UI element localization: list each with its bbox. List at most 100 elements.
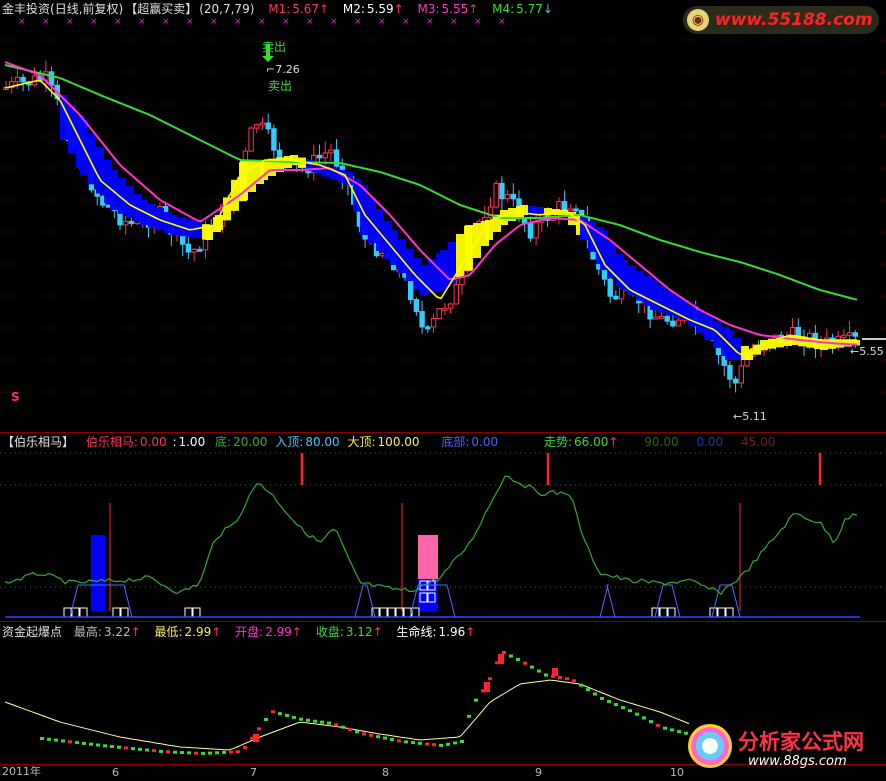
signal-dot xyxy=(215,751,219,755)
low-value: 2.99 xyxy=(184,625,212,639)
signal-dot xyxy=(579,683,583,687)
lifeline-value: 1.96 xyxy=(438,625,466,639)
candle-body xyxy=(653,316,659,320)
signal-dot xyxy=(285,714,289,717)
signal-dot xyxy=(271,710,275,714)
signal-dot xyxy=(502,651,506,654)
signal-dot xyxy=(89,742,93,746)
bole-xiangma-panel[interactable]: 【伯乐相马】 伯乐相马: 0.00 :1.00 底: 20.00 入顶: 80.00 … xyxy=(0,433,886,621)
m2-label: M2: xyxy=(342,2,365,16)
candle-body xyxy=(419,311,425,328)
candle-body xyxy=(265,122,271,130)
signal-band-step xyxy=(620,260,628,290)
candle-body xyxy=(20,76,26,83)
x-label-6: 6 xyxy=(112,766,119,779)
bottom-zone-label: 底部: xyxy=(441,435,470,449)
signal-dot xyxy=(313,719,317,723)
stock-chart-window: × × × × × × × × × × × × × × × × × × × × × 金丰投资(日线,前复权) 【超赢买卖】… xyxy=(0,0,886,781)
candle-body xyxy=(732,378,739,384)
signal-dot xyxy=(467,714,471,718)
price-chart[interactable]: × × × × × × × × × × × × × × × × × × × × × xyxy=(0,0,886,432)
x-marker: × xyxy=(210,17,218,27)
signal-dot xyxy=(600,697,604,700)
indicator-params: (20,7,79) xyxy=(199,2,255,16)
bottom-zone-value: 0.00 xyxy=(471,435,499,449)
marker-square xyxy=(725,607,734,618)
signal-dot xyxy=(257,727,261,731)
signal-dot xyxy=(607,700,611,704)
signal-dot xyxy=(663,726,667,730)
signal-dot xyxy=(376,735,380,739)
signal-dot xyxy=(194,751,198,755)
signal-dot xyxy=(299,717,303,721)
signal-dot xyxy=(187,751,191,755)
marker-square xyxy=(387,607,396,618)
watermark-top: ◉ www.55188.com xyxy=(683,6,879,34)
x-marker: × xyxy=(162,17,170,27)
signal-dot xyxy=(327,721,331,725)
signal-band-step xyxy=(696,309,704,333)
m1-label: M1: xyxy=(268,2,291,16)
logo-icon: ◉ xyxy=(687,9,709,31)
high-price-label: ⌐7.26 xyxy=(266,63,300,76)
x-marker: × xyxy=(282,17,290,27)
field9-value: 0.00 xyxy=(696,435,724,449)
candle-body xyxy=(852,332,858,337)
watermark-top-url: www.55188.com xyxy=(715,10,873,30)
signal-dot xyxy=(425,742,429,746)
signal-dot xyxy=(670,728,674,732)
bottom-label: 底: xyxy=(215,435,232,449)
signal-dot xyxy=(117,745,121,749)
candle-body xyxy=(453,284,460,305)
signal-dot xyxy=(47,737,51,741)
watermark-bottom-name: 分析家公式网 xyxy=(738,730,864,754)
candle-body xyxy=(533,221,539,239)
marker-square xyxy=(192,607,201,618)
signal-band-step xyxy=(96,146,104,194)
signal-dot xyxy=(614,703,618,707)
candle-body xyxy=(658,315,665,319)
signal-dot xyxy=(397,739,401,743)
x-marker: × xyxy=(258,17,266,27)
candle-body xyxy=(271,128,277,151)
watermark-bottom-url: www.88gs.com xyxy=(748,754,847,769)
field2-label: : xyxy=(172,435,177,449)
signal-dot xyxy=(82,741,86,745)
signal-dot xyxy=(649,720,653,724)
candle-body xyxy=(727,364,733,380)
signal-dot xyxy=(96,743,100,747)
low-label: 最低: xyxy=(154,625,183,639)
pink-signal-bar xyxy=(418,535,438,579)
x-label-2011: 2011年 xyxy=(2,765,41,778)
price-panel[interactable]: × × × × × × × × × × × × × × × × × × × × × 金丰投资(日线,前复权) 【超赢买卖】… xyxy=(0,0,886,432)
signal-band-step xyxy=(194,221,202,239)
signal-dot xyxy=(110,745,114,748)
candle-body xyxy=(613,295,619,300)
big-top-value: 100.00 xyxy=(377,435,420,449)
signal-band-step xyxy=(456,234,464,278)
bole-label: 伯乐相马: xyxy=(85,435,138,449)
marker-square xyxy=(120,607,129,618)
signal-band-step xyxy=(828,340,836,349)
signal-band-step xyxy=(650,280,658,310)
signal-dot xyxy=(145,748,149,752)
signal-dot xyxy=(222,750,226,754)
x-marker: × xyxy=(234,17,242,27)
signal-dot xyxy=(565,677,569,681)
candle-body xyxy=(276,149,283,159)
open-label: 开盘: xyxy=(235,625,264,639)
high-value: 3.22 xyxy=(103,625,131,639)
ignition-block xyxy=(484,682,490,692)
chart-period: (日线,前复权) xyxy=(50,2,124,16)
x-marker: × xyxy=(450,17,458,27)
watermark-bottom: 分析家公式网 www.88gs.com xyxy=(688,720,878,778)
bole-xiangma-chart[interactable] xyxy=(0,433,886,621)
bole-value: 0.00 xyxy=(139,435,167,449)
signal-dot xyxy=(453,741,457,745)
x-label-10: 10 xyxy=(670,766,684,779)
price-panel-header: 金丰投资(日线,前复权) 【超赢买卖】 (20,7,79) M1: 5.67↑ M2:… xyxy=(2,2,559,16)
marker-square xyxy=(71,607,80,618)
capital-ignition-header: 资金起爆点 最高: 3.22↑ 最低: 2.99↑ 开盘: 2.99↑ 收盘: 3.12… xyxy=(2,625,481,639)
candle-body xyxy=(254,124,260,129)
capital-ignition-panel[interactable]: 资金起爆点 最高: 3.22↑ 最低: 2.99↑ 开盘: 2.99↑ 收盘: 3.12… xyxy=(0,622,886,781)
